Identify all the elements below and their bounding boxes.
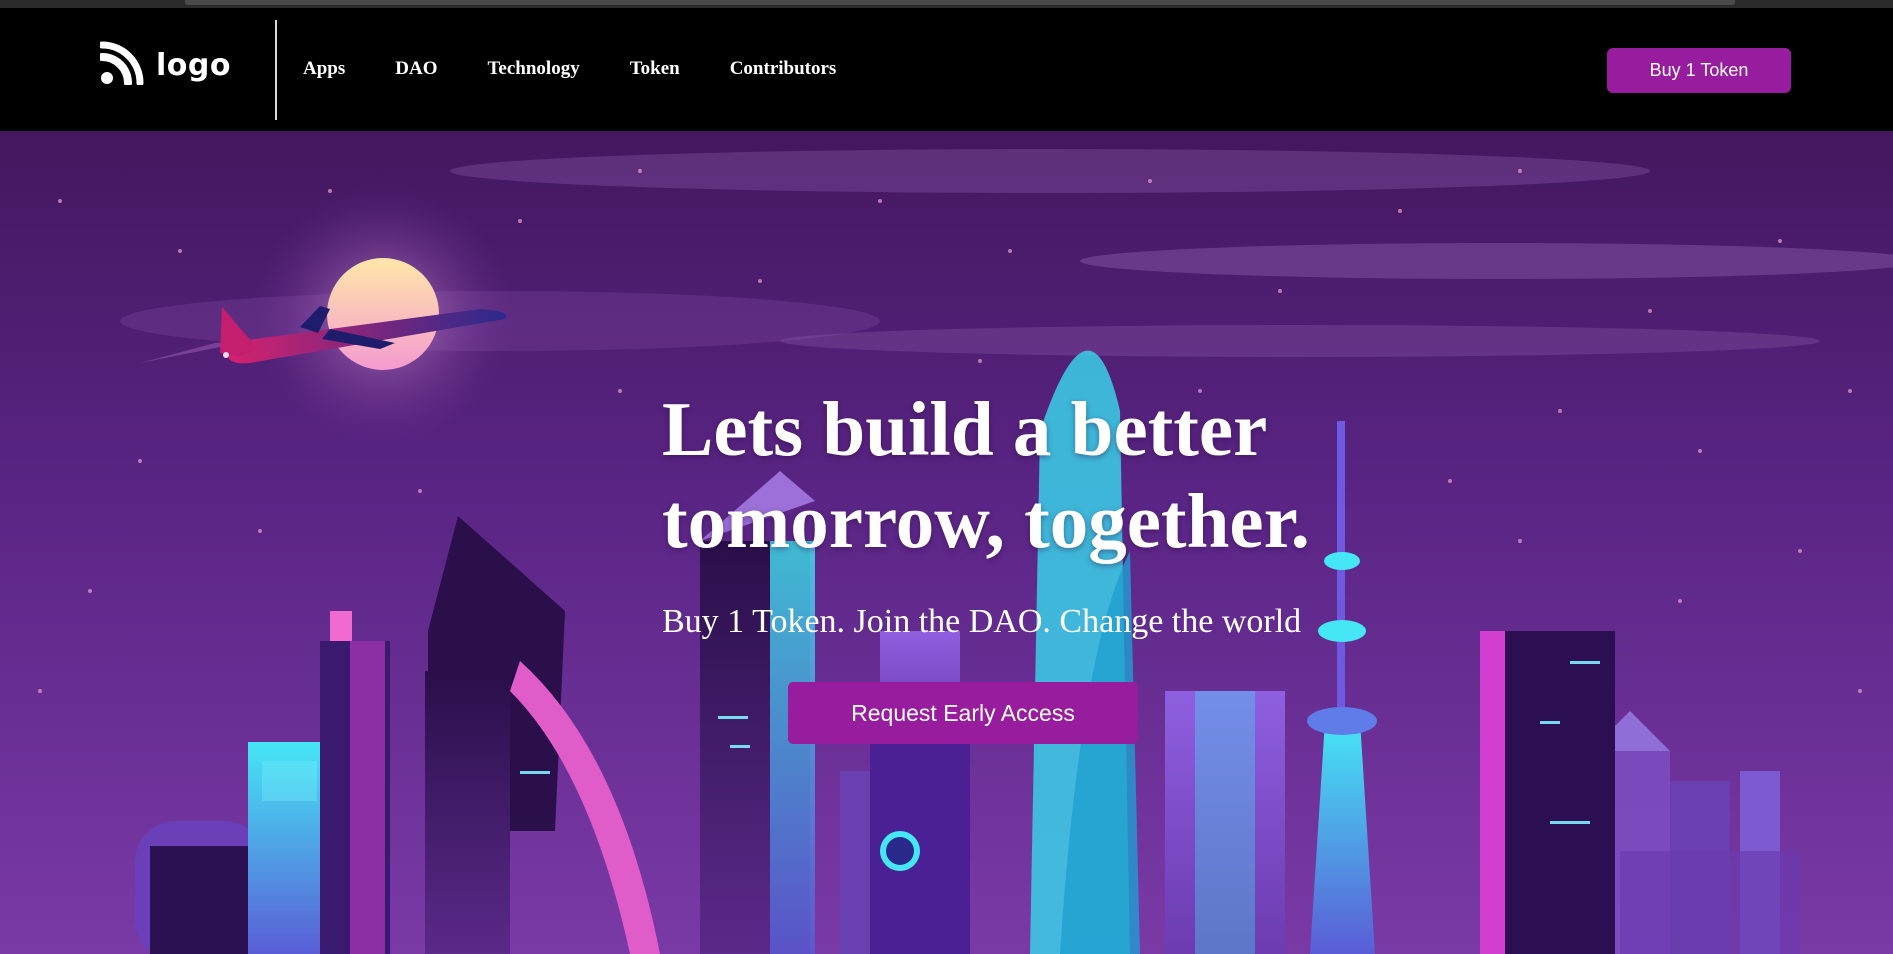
nav-item-contributors[interactable]: Contributors — [730, 58, 837, 80]
request-early-access-button[interactable]: Request Early Access — [788, 682, 1138, 744]
logo-text: logo — [156, 48, 231, 83]
hero-section: Lets build a better tomorrow, together. B… — [0, 131, 1893, 954]
browser-scroll-track — [185, 0, 1735, 5]
nav-item-token[interactable]: Token — [630, 58, 680, 80]
logo[interactable]: logo — [98, 41, 231, 90]
hero-title: Lets build a better tomorrow, together. — [662, 383, 1422, 567]
nav-item-apps[interactable]: Apps — [303, 58, 345, 80]
browser-top-strip — [0, 0, 1893, 8]
nav-item-dao[interactable]: DAO — [395, 58, 437, 80]
navbar: logo Apps DAO Technology Token Contribut… — [0, 8, 1893, 131]
buy-token-button[interactable]: Buy 1 Token — [1607, 48, 1791, 93]
hero-subtitle: Buy 1 Token. Join the DAO. Change the wo… — [662, 603, 1302, 640]
hero-title-line-1: Lets build a better — [662, 386, 1268, 472]
nav-item-technology[interactable]: Technology — [487, 58, 579, 80]
hero-title-line-2: tomorrow, together. — [662, 478, 1310, 564]
main-nav: Apps DAO Technology Token Contributors — [303, 58, 836, 80]
rss-feed-icon — [98, 41, 144, 90]
nav-divider — [275, 20, 277, 120]
